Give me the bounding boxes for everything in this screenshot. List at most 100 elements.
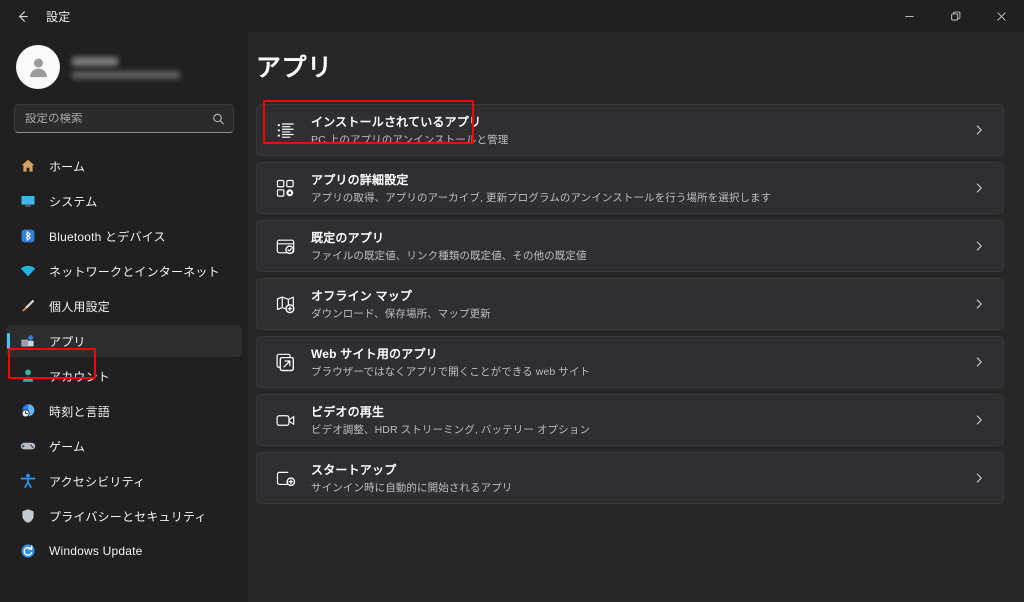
- minimize-button[interactable]: [886, 0, 932, 32]
- sidebar: ホーム システム: [0, 32, 248, 602]
- sidebar-item-label: ホーム: [49, 159, 86, 174]
- arrow-left-icon: [18, 10, 28, 22]
- sidebar-item-apps[interactable]: アプリ: [6, 325, 242, 357]
- search-container: [0, 98, 248, 143]
- card-text: アプリの詳細設定 アプリの取得、アプリのアーカイブ, 更新プログラムのアンインス…: [311, 171, 771, 205]
- sidebar-item-label: Windows Update: [49, 544, 143, 558]
- card-subtitle: PC 上のアプリのアンインストールと管理: [311, 134, 509, 146]
- sidebar-item-network[interactable]: ネットワークとインターネット: [6, 255, 242, 287]
- account-section[interactable]: [0, 32, 248, 98]
- sidebar-item-label: Bluetooth とデバイス: [49, 229, 166, 244]
- sidebar-item-label: アプリ: [49, 334, 86, 349]
- card-installed-apps[interactable]: インストールされているアプリ PC 上のアプリのアンインストールと管理: [256, 104, 1004, 156]
- chevron-right-icon[interactable]: [963, 356, 985, 368]
- apps-icon: [19, 333, 36, 350]
- window-body: ホーム システム: [0, 32, 1024, 602]
- apps-for-websites-icon: [273, 350, 297, 374]
- sidebar-item-label: ネットワークとインターネット: [49, 264, 220, 279]
- minimize-icon: [904, 15, 914, 17]
- search-box[interactable]: [14, 104, 234, 133]
- card-text: インストールされているアプリ PC 上のアプリのアンインストールと管理: [311, 113, 508, 147]
- installed-apps-list-icon: [273, 118, 297, 142]
- chevron-right-icon[interactable]: [963, 414, 985, 426]
- sidebar-item-windows-update[interactable]: Windows Update: [6, 535, 242, 567]
- home-icon: [19, 158, 36, 175]
- person-avatar-icon: [29, 58, 47, 77]
- bluetooth-icon: [19, 228, 36, 245]
- card-subtitle: ブラウザーではなくアプリで開くことができる web サイト: [311, 366, 591, 378]
- chevron-right-icon[interactable]: [963, 124, 985, 136]
- account-name-redacted: [72, 57, 118, 66]
- shield-icon: [19, 508, 36, 525]
- sidebar-item-gaming[interactable]: ゲーム: [6, 430, 242, 462]
- gamepad-icon: [19, 438, 36, 455]
- avatar: [16, 45, 60, 89]
- card-text: Web サイト用のアプリ ブラウザーではなくアプリで開くことができる web サ…: [311, 345, 590, 379]
- sidebar-item-label: アカウント: [49, 369, 111, 384]
- sidebar-item-label: 時刻と言語: [49, 404, 111, 419]
- card-subtitle: アプリの取得、アプリのアーカイブ, 更新プログラムのアンインストールを行う場所を…: [311, 192, 772, 204]
- sidebar-item-label: ゲーム: [49, 439, 86, 454]
- card-title: スタートアップ: [311, 463, 397, 477]
- sidebar-item-accessibility[interactable]: アクセシビリティ: [6, 465, 242, 497]
- sidebar-nav: ホーム システム Bluetooth とデバイス ネットワークとインターネット …: [0, 143, 248, 567]
- card-video-playback[interactable]: ビデオの再生 ビデオ調整、HDR ストリーミング, バッテリー オプション: [256, 394, 1004, 446]
- window-controls: [886, 0, 1024, 32]
- account-email-redacted: [72, 71, 180, 79]
- video-playback-icon: [273, 408, 297, 432]
- windows-update-icon: [19, 543, 36, 560]
- sidebar-item-bluetooth[interactable]: Bluetooth とデバイス: [6, 220, 242, 252]
- card-title: インストールされているアプリ: [311, 115, 482, 129]
- chevron-right-icon[interactable]: [963, 240, 985, 252]
- card-text: オフライン マップ ダウンロード、保存場所、マップ更新: [311, 287, 491, 321]
- chevron-right-icon[interactable]: [963, 182, 985, 194]
- clock-language-icon: [19, 403, 36, 420]
- offline-maps-icon: [273, 292, 297, 316]
- card-subtitle: サインイン時に自動的に開始されるアプリ: [311, 482, 513, 494]
- card-title: ビデオの再生: [311, 405, 385, 419]
- chevron-right-icon[interactable]: [963, 472, 985, 484]
- sidebar-item-personalization[interactable]: 個人用設定: [6, 290, 242, 322]
- main-content: アプリ インストールされているアプリ PC 上のアプリのアンインストールと管理 …: [248, 32, 1024, 602]
- maximize-button[interactable]: [932, 0, 978, 32]
- sidebar-item-label: アクセシビリティ: [49, 474, 146, 489]
- sidebar-item-system[interactable]: システム: [6, 185, 242, 217]
- startup-apps-icon: [273, 466, 297, 490]
- paintbrush-icon: [19, 298, 36, 315]
- wifi-icon: [19, 263, 36, 280]
- settings-window: 設定 設定の検索 ホーム システム Bluetooth とデバイス ネットワーク…: [0, 0, 1024, 602]
- system-monitor-icon: [19, 193, 36, 210]
- card-text: 既定のアプリ ファイルの既定値、リンク種類の既定値、その他の既定値: [311, 229, 587, 263]
- sidebar-item-accounts[interactable]: アカウント: [6, 360, 242, 392]
- settings-card-list: インストールされているアプリ PC 上のアプリのアンインストールと管理 アプリの…: [256, 104, 1004, 504]
- card-title: 既定のアプリ: [311, 231, 385, 245]
- card-text: ビデオの再生 ビデオ調整、HDR ストリーミング, バッテリー オプション: [311, 403, 590, 437]
- sidebar-item-privacy[interactable]: プライバシーとセキュリティ: [6, 500, 242, 532]
- back-button[interactable]: [6, 0, 38, 32]
- card-startup[interactable]: スタートアップ サインイン時に自動的に開始されるアプリ: [256, 452, 1004, 504]
- card-subtitle: ダウンロード、保存場所、マップ更新: [311, 308, 491, 320]
- sidebar-item-label: システム: [49, 194, 98, 209]
- close-icon: [996, 11, 1006, 21]
- card-subtitle: ファイルの既定値、リンク種類の既定値、その他の既定値: [311, 250, 587, 262]
- card-title: アプリの詳細設定: [311, 173, 409, 187]
- sidebar-item-home[interactable]: ホーム: [6, 150, 242, 182]
- card-advanced-app-settings[interactable]: アプリの詳細設定 アプリの取得、アプリのアーカイブ, 更新プログラムのアンインス…: [256, 162, 1004, 214]
- window-title: 設定: [46, 9, 71, 24]
- accessibility-icon: [19, 473, 36, 490]
- close-button[interactable]: [978, 0, 1024, 32]
- card-apps-for-websites[interactable]: Web サイト用のアプリ ブラウザーではなくアプリで開くことができる web サ…: [256, 336, 1004, 388]
- default-apps-check-icon: [273, 234, 297, 258]
- sidebar-item-time-language[interactable]: 時刻と言語: [6, 395, 242, 427]
- search-input[interactable]: [25, 112, 205, 125]
- account-text: [72, 55, 180, 79]
- card-offline-maps[interactable]: オフライン マップ ダウンロード、保存場所、マップ更新: [256, 278, 1004, 330]
- page-title: アプリ: [256, 54, 333, 82]
- advanced-app-settings-icon: [273, 176, 297, 200]
- search-icon[interactable]: [212, 112, 225, 125]
- sidebar-item-label: 個人用設定: [49, 299, 111, 314]
- card-subtitle: ビデオ調整、HDR ストリーミング, バッテリー オプション: [311, 424, 590, 436]
- chevron-right-icon[interactable]: [963, 298, 985, 310]
- sidebar-item-label: プライバシーとセキュリティ: [49, 509, 207, 524]
- card-default-apps[interactable]: 既定のアプリ ファイルの既定値、リンク種類の既定値、その他の既定値: [256, 220, 1004, 272]
